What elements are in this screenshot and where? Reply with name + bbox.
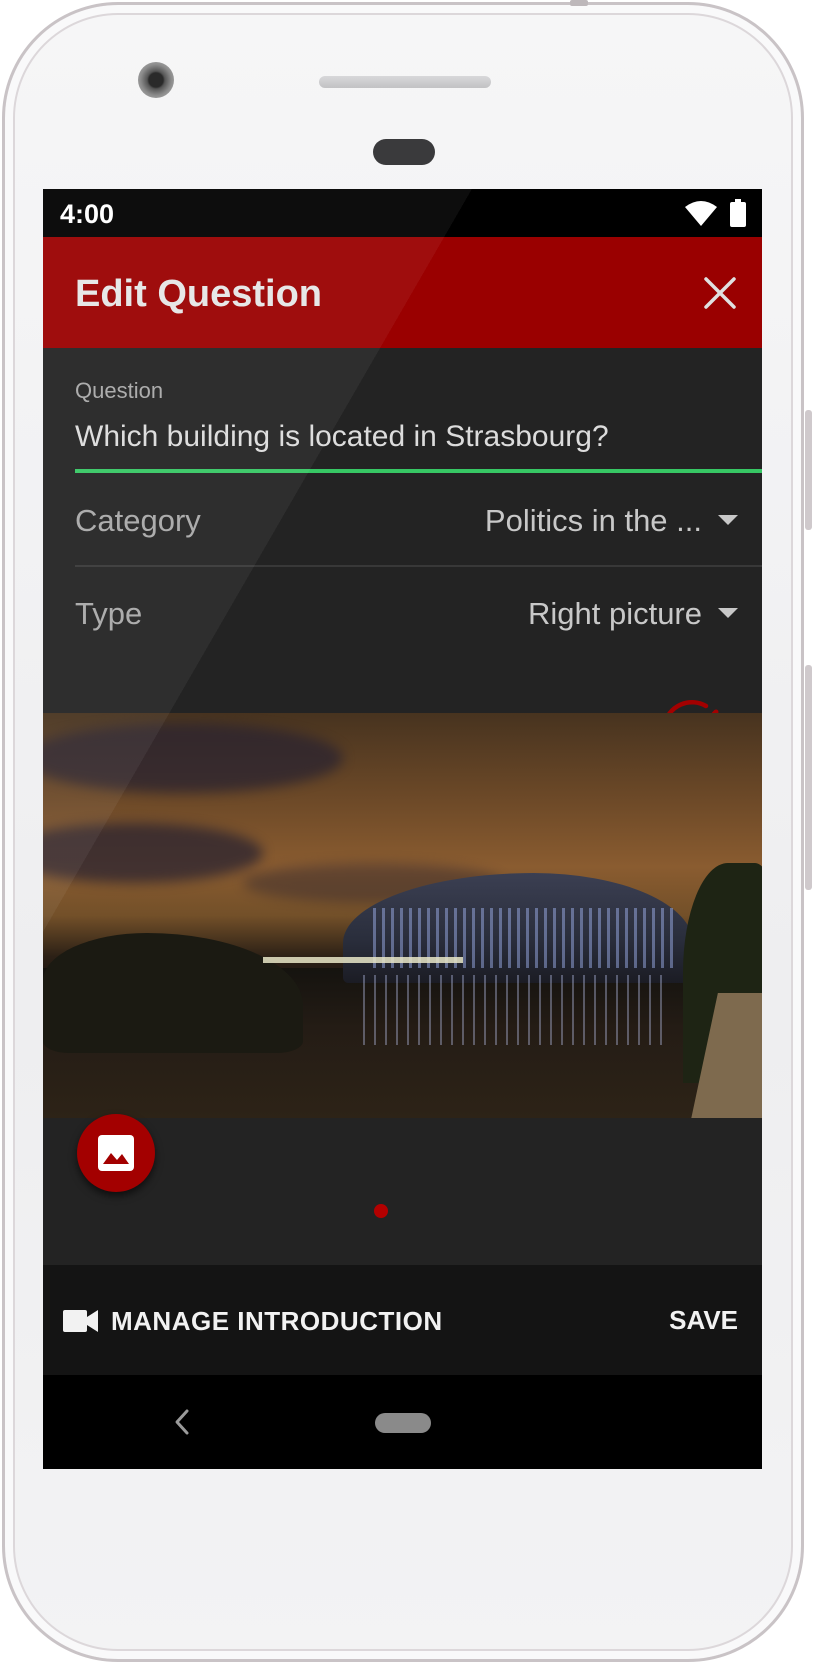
dropdown-caret-icon <box>718 608 738 618</box>
category-value: Politics in the ... <box>484 503 702 538</box>
earpiece-speaker <box>319 76 491 88</box>
front-camera <box>138 62 174 98</box>
save-button[interactable]: SAVE <box>669 1305 738 1336</box>
question-image[interactable] <box>43 713 762 1118</box>
proximity-sensor <box>373 139 435 165</box>
dropdown-caret-icon <box>718 515 738 525</box>
manage-introduction-label: MANAGE INTRODUCTION <box>111 1305 443 1336</box>
type-value: Right picture <box>527 596 702 631</box>
category-label: Category <box>75 503 201 538</box>
app-bar: Edit Question <box>43 237 762 348</box>
manage-introduction-button[interactable]: MANAGE INTRODUCTION <box>63 1299 443 1343</box>
status-time: 4:00 <box>60 199 115 229</box>
pick-image-button[interactable] <box>77 1114 155 1192</box>
type-label: Type <box>75 596 143 631</box>
question-label: Question <box>75 378 164 403</box>
type-dropdown[interactable]: Type Right picture <box>75 566 762 658</box>
image-icon <box>98 1135 134 1171</box>
back-icon[interactable] <box>171 1407 195 1437</box>
phone-side-button <box>805 410 812 530</box>
bottom-action-bar: MANAGE INTRODUCTION SAVE <box>43 1265 762 1375</box>
status-bar: 4:00 <box>43 189 762 237</box>
system-nav-bar <box>43 1375 762 1469</box>
home-pill-icon[interactable] <box>375 1413 431 1433</box>
pager-indicator <box>374 1204 388 1218</box>
wifi-icon <box>685 201 717 226</box>
question-input[interactable] <box>75 412 762 462</box>
screen: 4:00 Edit Question Question Category Pol… <box>43 189 762 1469</box>
category-dropdown[interactable]: Category Politics in the ... <box>75 473 762 567</box>
phone-side-button <box>805 665 812 890</box>
battery-icon <box>730 199 746 227</box>
page-title: Edit Question <box>75 273 322 315</box>
videocam-icon <box>63 1310 98 1332</box>
close-icon[interactable] <box>702 275 738 311</box>
phone-top-button <box>570 0 588 6</box>
